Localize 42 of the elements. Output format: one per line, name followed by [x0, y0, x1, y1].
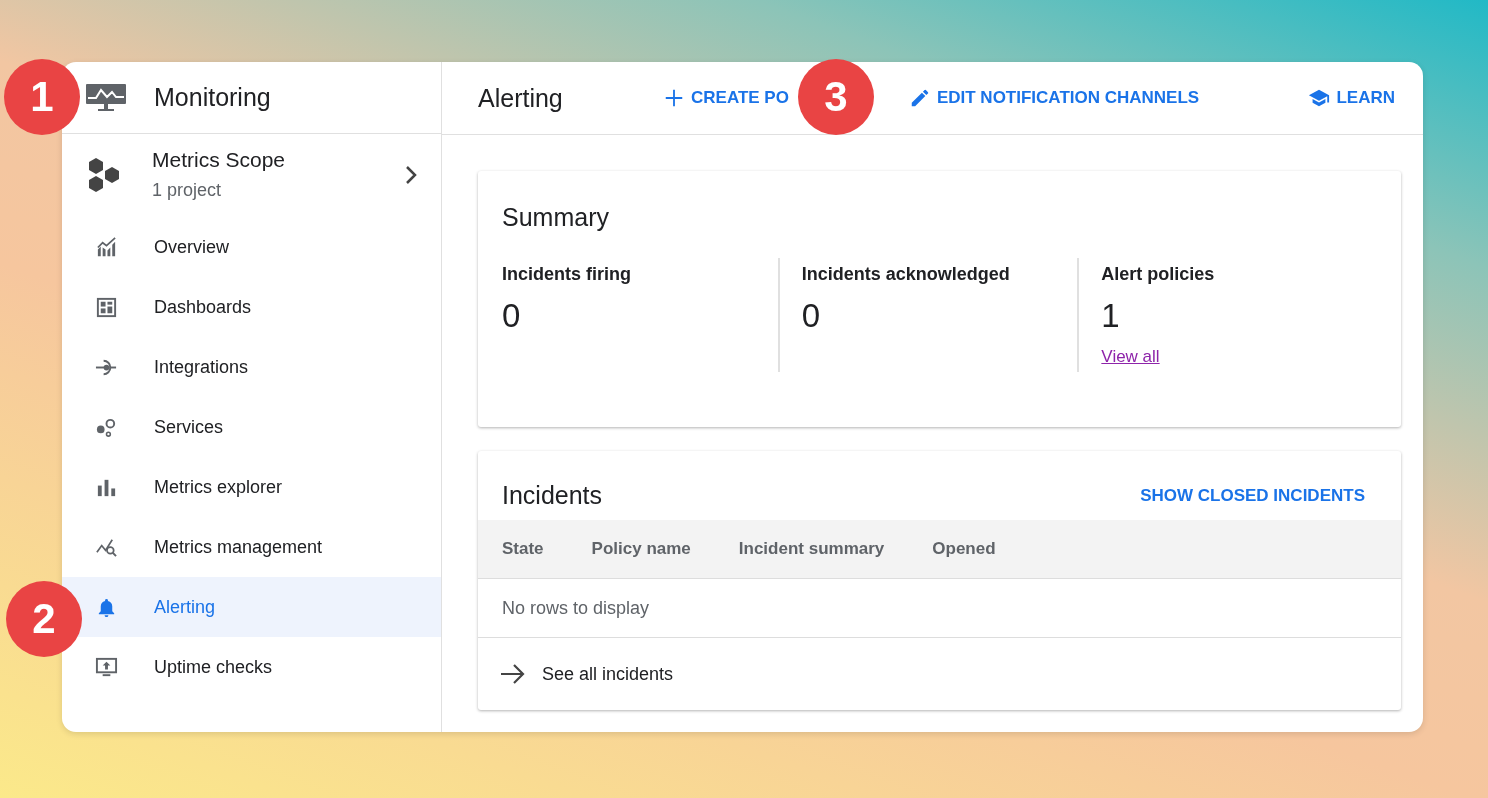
scope-subtitle: 1 project [152, 180, 223, 201]
nav-item[interactable]: Overview [62, 217, 441, 277]
action-button[interactable]: CREATE PO [663, 81, 789, 115]
action-button[interactable]: LEARN [1308, 81, 1395, 115]
column-header[interactable]: Incident summary [738, 539, 885, 559]
card-title: Summary [502, 203, 610, 232]
action-button[interactable]: EDIT NOTIFICATION CHANNELS [908, 81, 1200, 115]
nav-item[interactable]: Alerting [62, 577, 441, 637]
dashboard-icon [95, 295, 118, 319]
column-header[interactable]: State [502, 539, 544, 559]
card-title: Incidents [502, 481, 603, 510]
view-all-link[interactable]: View all [1101, 347, 1160, 367]
stat-value: 1 [1101, 297, 1121, 335]
stat-label: Incidents firing [502, 264, 632, 285]
stat-label: Alert policies [1101, 264, 1216, 285]
chevron-right-icon [405, 164, 417, 185]
column-header[interactable]: Opened [932, 539, 996, 559]
nav-item[interactable]: Dashboards [62, 277, 441, 337]
column-header[interactable]: Policy name [591, 539, 691, 559]
graduation-cap-icon [1308, 87, 1331, 109]
stat-value: 0 [801, 297, 822, 335]
monitor-icon [95, 655, 118, 679]
app-title: Monitoring [154, 83, 271, 112]
nav-item[interactable]: Integrations [62, 337, 441, 397]
chart-icon [95, 235, 118, 259]
show-closed-button[interactable]: SHOW CLOSED INCIDENTS [1140, 485, 1365, 506]
scope-selector[interactable]: Metrics Scope 1 project [62, 134, 441, 217]
stat-label: Incidents acknowledged [801, 264, 1011, 285]
step-badge: 2 [6, 581, 82, 657]
arrow-right-icon [500, 663, 526, 685]
nav-item[interactable]: Metrics management [62, 517, 441, 577]
see-all-link[interactable]: See all incidents [478, 638, 1401, 710]
hexagons-icon [86, 156, 122, 193]
stat-value: 0 [502, 297, 522, 335]
scope-title: Metrics Scope [152, 148, 287, 172]
plus-icon [663, 87, 685, 109]
nav-item[interactable]: Services [62, 397, 441, 457]
nav-item[interactable]: Metrics explorer [62, 457, 441, 517]
empty-message: No rows to display [478, 579, 1401, 638]
page-title: Alerting [478, 83, 564, 113]
monitor-icon [86, 83, 126, 112]
step-badge: 1 [4, 59, 80, 135]
